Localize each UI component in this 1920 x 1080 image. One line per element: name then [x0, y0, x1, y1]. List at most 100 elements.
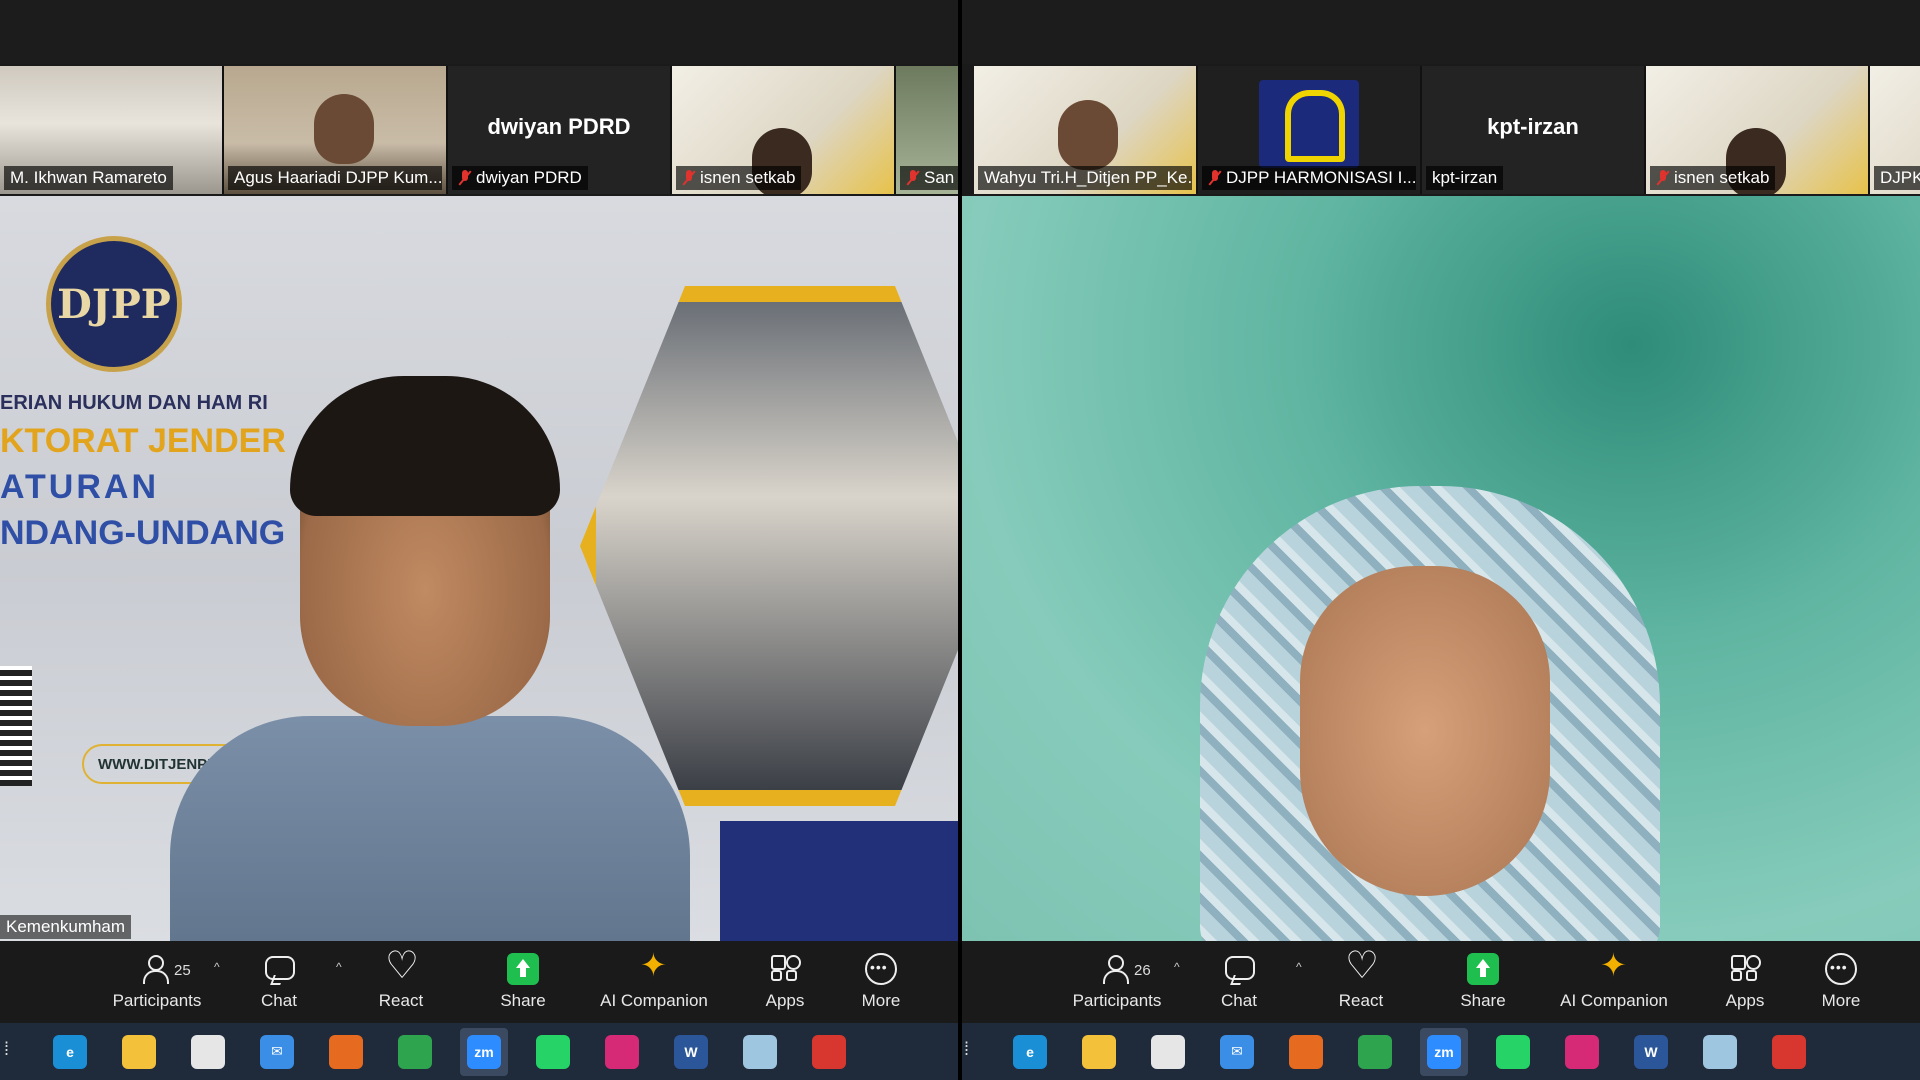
more-icon — [865, 953, 897, 985]
slide-line-3: ATURAN — [0, 468, 160, 506]
taskbar-app[interactable] — [1075, 1028, 1123, 1076]
more-button[interactable]: More — [846, 944, 916, 1020]
taskbar-app[interactable] — [736, 1028, 784, 1076]
taskbar-app[interactable] — [1351, 1028, 1399, 1076]
participants-icon — [141, 953, 173, 985]
taskbar-app[interactable] — [529, 1028, 577, 1076]
taskbar-app[interactable] — [598, 1028, 646, 1076]
participant-thumbnail[interactable]: DJPK — [1870, 66, 1920, 194]
mic-muted-icon — [906, 170, 920, 186]
mail-icon: ✉ — [260, 1034, 294, 1069]
top-bar — [0, 0, 960, 64]
slide-line-1: ERIAN HUKUM DAN HAM RI — [0, 392, 268, 414]
taskbar-app[interactable]: e — [1006, 1028, 1054, 1076]
taskbar-app[interactable] — [391, 1028, 439, 1076]
active-speaker-video[interactable]: DJPP ERIAN HUKUM DAN HAM RI KTORAT JENDE… — [0, 196, 960, 941]
chat-button[interactable]: Chat ^ — [218, 944, 342, 1020]
taskbar-app[interactable] — [1765, 1028, 1813, 1076]
zoom-icon: zm — [467, 1034, 501, 1069]
participant-thumbnail[interactable]: DJPP HARMONISASI I... — [1198, 66, 1420, 194]
chat-button[interactable]: Chat ^ — [1178, 944, 1302, 1020]
notes-icon — [1703, 1034, 1737, 1069]
heart-icon — [1345, 947, 1379, 985]
ai-companion-button[interactable]: AI Companion — [584, 944, 724, 1020]
mic-muted-icon — [1656, 170, 1670, 186]
firefox-icon — [329, 1034, 363, 1069]
taskbar-app[interactable] — [1696, 1028, 1744, 1076]
participant-name-label: DJPK — [1874, 166, 1920, 190]
apps-button[interactable]: Apps — [1684, 944, 1806, 1020]
acrobat-icon — [1772, 1034, 1806, 1069]
participant-thumbnail[interactable]: Agus Haariadi DJPP Kum... — [224, 66, 446, 194]
participant-thumbnail[interactable]: San — [896, 66, 960, 194]
participant-face — [1058, 100, 1118, 170]
taskbar-app[interactable]: e — [46, 1028, 94, 1076]
edge-icon: e — [53, 1034, 87, 1069]
more-button[interactable]: More — [1806, 944, 1876, 1020]
taskbar-app[interactable] — [322, 1028, 370, 1076]
share-button[interactable]: Share — [462, 944, 584, 1020]
djpp-logo: DJPP — [46, 236, 182, 372]
taskbar-app[interactable]: zm — [460, 1027, 508, 1076]
chrome-icon — [398, 1034, 432, 1069]
participant-name-label: M. Ikhwan Ramareto — [4, 166, 173, 190]
participant-thumbnail[interactable]: kpt-irzan kpt-irzan — [1422, 66, 1644, 194]
sparkle-icon — [638, 949, 670, 985]
word-icon: W — [1634, 1034, 1668, 1069]
share-button[interactable]: Share — [1422, 944, 1544, 1020]
edge-icon: e — [1013, 1034, 1047, 1069]
participant-thumbnail[interactable]: M. Ikhwan Ramareto — [0, 66, 222, 194]
taskbar-app[interactable]: zm — [1420, 1027, 1468, 1076]
right-meeting-window: Wahyu Tri.H_Ditjen PP_Ke... DJPP HARMONI… — [960, 0, 1920, 1080]
slide-accent — [720, 821, 960, 941]
meeting-toolbar: 26 Participants ^ Chat ^ React Share AI … — [960, 941, 1920, 1023]
chrome-icon — [1358, 1034, 1392, 1069]
taskbar-app[interactable] — [184, 1028, 232, 1076]
notes-icon — [743, 1034, 777, 1069]
chat-icon — [263, 953, 295, 985]
mic-muted-icon — [1208, 170, 1222, 186]
react-button[interactable]: React — [1300, 944, 1422, 1020]
participant-thumbnail[interactable]: dwiyan PDRD dwiyan PDRD — [448, 66, 670, 194]
taskbar-app[interactable]: W — [1627, 1028, 1675, 1076]
slide-line-4: NDANG-UNDANG — [0, 514, 286, 552]
participants-button[interactable]: 25 Participants ^ — [96, 944, 220, 1020]
store-icon — [191, 1034, 225, 1069]
chat-icon — [1223, 953, 1255, 985]
instagram-icon — [605, 1034, 639, 1069]
participants-button[interactable]: 26 Participants ^ — [1056, 944, 1180, 1020]
sparkle-icon — [1598, 949, 1630, 985]
participant-name-label: dwiyan PDRD — [452, 166, 588, 190]
word-icon: W — [674, 1034, 708, 1069]
apps-button[interactable]: Apps — [724, 944, 846, 1020]
task-view-icon[interactable]: ⁞ — [964, 1039, 976, 1063]
participant-name-label: Wahyu Tri.H_Ditjen PP_Ke... — [978, 166, 1192, 190]
active-speaker-video[interactable] — [960, 196, 1920, 941]
participant-thumbnail[interactable]: isnen setkab — [672, 66, 894, 194]
taskbar-app[interactable]: ✉ — [253, 1028, 301, 1076]
thumbnail-strip[interactable]: Wahyu Tri.H_Ditjen PP_Ke... DJPP HARMONI… — [974, 66, 1920, 194]
taskbar-app[interactable]: W — [667, 1028, 715, 1076]
whatsapp-icon — [536, 1034, 570, 1069]
thumbnail-strip[interactable]: M. Ikhwan Ramareto Agus Haariadi DJPP Ku… — [0, 66, 960, 194]
taskbar-app[interactable] — [805, 1028, 853, 1076]
mail-icon: ✉ — [1220, 1034, 1254, 1069]
taskbar-app[interactable] — [1489, 1028, 1537, 1076]
qr-code — [0, 666, 32, 786]
taskbar-app[interactable] — [1144, 1028, 1192, 1076]
top-bar — [960, 0, 1920, 64]
taskbar-app[interactable] — [1558, 1028, 1606, 1076]
taskbar-app[interactable] — [1282, 1028, 1330, 1076]
participant-face — [314, 94, 374, 164]
taskbar-app[interactable] — [115, 1028, 163, 1076]
whatsapp-icon — [1496, 1034, 1530, 1069]
taskbar-app[interactable]: ✉ — [1213, 1028, 1261, 1076]
react-button[interactable]: React — [340, 944, 462, 1020]
participant-thumbnail[interactable]: Wahyu Tri.H_Ditjen PP_Ke... — [974, 66, 1196, 194]
meeting-toolbar: 25 Participants ^ Chat ^ React Share AI … — [0, 941, 960, 1023]
participant-thumbnail[interactable]: isnen setkab — [1646, 66, 1868, 194]
participant-name-label: kpt-irzan — [1426, 166, 1504, 190]
task-view-icon[interactable]: ⁞ — [4, 1039, 16, 1063]
building-photo — [580, 286, 960, 806]
ai-companion-button[interactable]: AI Companion — [1544, 944, 1684, 1020]
